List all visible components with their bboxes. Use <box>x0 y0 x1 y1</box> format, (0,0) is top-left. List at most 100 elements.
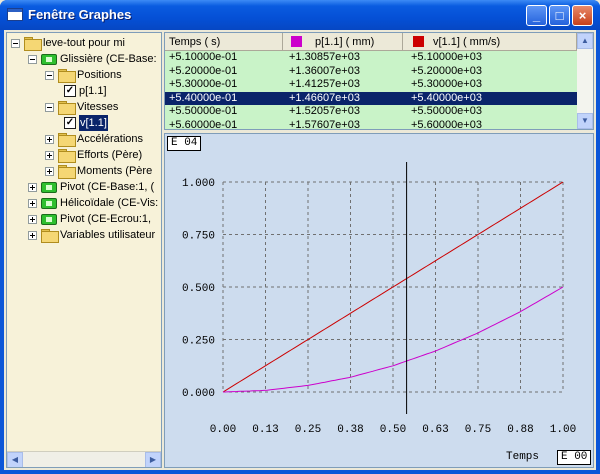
tree-item[interactable]: Positions <box>7 67 161 83</box>
expand-plus-icon[interactable] <box>28 231 37 240</box>
tree-item-label: Efforts (Père) <box>77 149 143 161</box>
table-cell: +5.10000e+03 <box>411 51 482 63</box>
table-row[interactable]: +5.60000e-01 +1.57607e+03 +5.60000e+03 <box>165 118 577 130</box>
table-cell: +5.50000e+03 <box>411 105 482 117</box>
scroll-down-icon[interactable]: ▼ <box>577 113 593 129</box>
table-row[interactable]: +5.30000e-01 +1.41257e+03 +5.30000e+03 <box>165 78 577 92</box>
expand-plus-icon[interactable] <box>45 135 54 144</box>
tree-item-label: Vitesses <box>77 101 119 113</box>
x-tick-label: 0.50 <box>380 424 406 436</box>
table-cell: +5.40000e-01 <box>169 91 238 104</box>
table-vertical-scrollbar[interactable]: ▲ ▼ <box>577 33 593 129</box>
tree-item-label: Pivot (CE-Base:1, ( <box>60 181 155 193</box>
column-header-position[interactable]: p[1.1] ( mm) <box>283 33 403 51</box>
collapse-minus-icon[interactable] <box>45 71 54 80</box>
y-tick-label: 1.000 <box>182 178 215 190</box>
x-tick-label: 0.25 <box>295 424 321 436</box>
scroll-right-icon[interactable]: ▶ <box>145 452 161 467</box>
expand-plus-icon[interactable] <box>28 215 37 224</box>
tree-item[interactable]: ✓ v[1.1] <box>7 115 161 131</box>
folder-icon <box>41 229 59 243</box>
x-exponent-label: E 00 <box>557 450 592 465</box>
tree-item[interactable]: Glissière (CE-Base: <box>7 51 161 67</box>
tree-item-label: Accélérations <box>77 133 144 145</box>
scroll-up-icon[interactable]: ▲ <box>577 33 593 49</box>
y-tick-label: 0.500 <box>182 283 215 295</box>
table-cell: +1.41257e+03 <box>289 78 360 90</box>
folder-icon <box>58 149 76 163</box>
table-header: Temps ( s) p[1.1] ( mm) v[1.1] ( mm/s) <box>165 33 577 51</box>
title-bar[interactable]: Fenêtre Graphes _ □ × <box>0 0 600 30</box>
column-header-position-label: p[1.1] ( mm) <box>315 36 375 48</box>
joint-icon <box>41 54 57 65</box>
expand-plus-icon[interactable] <box>28 199 37 208</box>
table-cell: +5.20000e+03 <box>411 64 482 77</box>
close-button[interactable]: × <box>572 5 593 26</box>
checkbox-icon[interactable]: ✓ <box>64 85 76 97</box>
table-cell: +5.40000e+03 <box>411 91 482 104</box>
expand-plus-icon[interactable] <box>45 151 54 160</box>
line-chart[interactable]: 1.000 0.750 0.500 0.250 0.000 0.00 0.13 0.25 0.3… <box>165 134 593 467</box>
tree-item[interactable]: Hélicoïdale (CE-Vis: <box>7 195 161 211</box>
tree-item[interactable]: leve-tout pour mi <box>7 35 161 51</box>
x-tick-label: 0.63 <box>422 424 448 436</box>
table-row[interactable]: +5.40000e-01 +1.46607e+03 +5.40000e+03 <box>165 91 577 105</box>
expand-plus-icon[interactable] <box>45 167 54 176</box>
tree-item[interactable]: ✓ p[1.1] <box>7 83 161 99</box>
y-tick-label: 0.000 <box>182 388 215 400</box>
table-cell: +5.30000e-01 <box>169 78 238 90</box>
checkbox-icon[interactable]: ✓ <box>64 117 76 129</box>
folder-icon <box>58 133 76 147</box>
column-header-time[interactable]: Temps ( s) <box>165 33 283 51</box>
window-title: Fenêtre Graphes <box>28 7 132 22</box>
table-cell: +1.36007e+03 <box>289 64 360 77</box>
expand-plus-icon[interactable] <box>28 183 37 192</box>
tree-item-label: Pivot (CE-Ecrou:1, <box>60 213 152 225</box>
x-tick-label: 0.13 <box>252 424 278 436</box>
tree-item[interactable]: Moments (Père <box>7 163 161 179</box>
joint-icon <box>41 214 57 225</box>
graph-panel[interactable]: E 04 1.000 0.750 0.500 0.250 0.000 0.00 0.13 0.… <box>164 133 594 468</box>
table-row[interactable]: +5.20000e-01 +1.36007e+03 +5.20000e+03 <box>165 65 577 79</box>
table-cell: +1.57607e+03 <box>289 118 360 130</box>
tree-item[interactable]: Variables utilisateur <box>7 227 161 243</box>
table-row[interactable]: +5.50000e-01 +1.52057e+03 +5.50000e+03 <box>165 105 577 119</box>
graph-window: Fenêtre Graphes _ □ × leve-tout pour mi G… <box>0 0 600 474</box>
x-tick-label: 0.38 <box>337 424 363 436</box>
tree-item[interactable]: Pivot (CE-Ecrou:1, <box>7 211 161 227</box>
joint-icon <box>41 182 57 193</box>
column-header-velocity[interactable]: v[1.1] ( mm/s) <box>403 33 577 51</box>
client-area: leve-tout pour mi Glissière (CE-Base: Posi… <box>4 30 596 470</box>
tree-item-label: Moments (Père <box>77 165 153 177</box>
table-row[interactable]: +5.10000e-01 +1.30857e+03 +5.10000e+03 <box>165 51 577 65</box>
collapse-minus-icon[interactable] <box>45 103 54 112</box>
table-cell: +5.60000e+03 <box>411 118 482 130</box>
table-cell: +1.30857e+03 <box>289 51 360 63</box>
y-tick-label: 0.250 <box>182 336 215 348</box>
table-cell: +5.20000e-01 <box>169 64 238 77</box>
data-table[interactable]: Temps ( s) p[1.1] ( mm) v[1.1] ( mm/s) +… <box>164 32 594 130</box>
table-cell: +5.50000e-01 <box>169 105 238 117</box>
tree-item[interactable]: Accélérations <box>7 131 161 147</box>
tree-horizontal-scrollbar[interactable]: ◀ ▶ <box>7 451 161 467</box>
tree-item-label: Glissière (CE-Base: <box>60 53 157 65</box>
tree-item[interactable]: Efforts (Père) <box>7 147 161 163</box>
table-cell: +1.52057e+03 <box>289 105 360 117</box>
collapse-minus-icon[interactable] <box>28 55 37 64</box>
collapse-minus-icon[interactable] <box>11 39 20 48</box>
joint-icon <box>41 198 57 209</box>
table-cell: +5.60000e-01 <box>169 118 238 130</box>
maximize-button[interactable]: □ <box>549 5 570 26</box>
velocity-color-swatch <box>413 36 424 47</box>
folder-icon <box>58 69 76 83</box>
tree-item-label: leve-tout pour mi <box>43 37 125 49</box>
tree-item-label: v[1.1] <box>79 115 108 131</box>
x-tick-label: 0.88 <box>507 424 533 436</box>
tree-item-label: Positions <box>77 69 122 81</box>
variable-tree[interactable]: leve-tout pour mi Glissière (CE-Base: Posi… <box>6 32 162 468</box>
minimize-button[interactable]: _ <box>526 5 547 26</box>
tree-item[interactable]: Pivot (CE-Base:1, ( <box>7 179 161 195</box>
tree-item[interactable]: Vitesses <box>7 99 161 115</box>
column-header-velocity-label: v[1.1] ( mm/s) <box>433 36 501 48</box>
scroll-left-icon[interactable]: ◀ <box>7 452 23 467</box>
